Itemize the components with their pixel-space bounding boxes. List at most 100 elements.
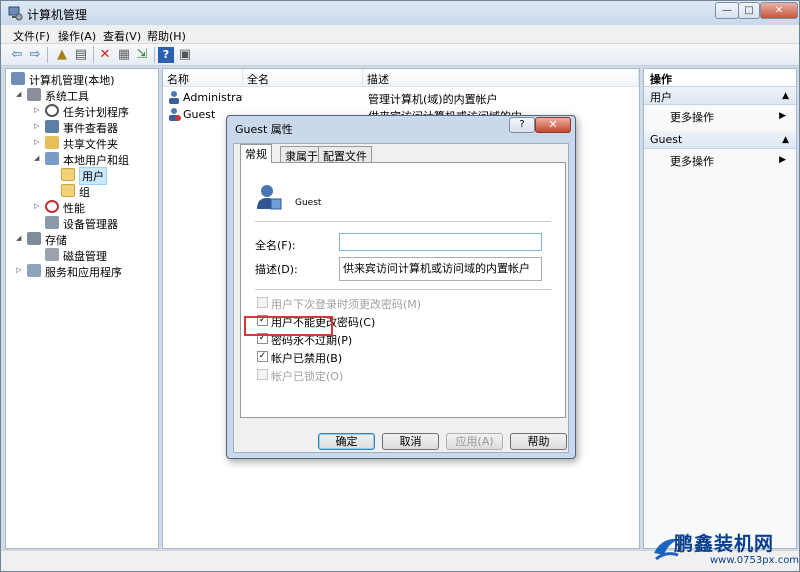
back-icon[interactable]: ⇦ — [9, 47, 25, 63]
services-icon — [27, 264, 41, 277]
column-header-name[interactable]: 名称 — [163, 69, 243, 87]
cell-name: Guest — [183, 108, 216, 121]
tree-label: 事件查看器 — [63, 122, 118, 135]
dialog-title: Guest 属性 — [235, 123, 293, 136]
tree-label: 共享文件夹 — [63, 138, 118, 151]
folder-icon — [61, 168, 75, 181]
user-avatar-icon — [257, 185, 282, 210]
cell-description: 管理计算机(域)的内置帐户 — [368, 93, 498, 106]
more-actions-guest[interactable]: 更多操作 — [670, 153, 714, 169]
collapse-triangle-icon[interactable]: ◢ — [16, 90, 24, 98]
checkbox-label: 用户下次登录时须更改密码(M) — [271, 298, 422, 311]
folder-icon — [61, 184, 75, 197]
collapse-triangle-icon[interactable]: ◢ — [16, 234, 24, 242]
submenu-arrow-icon: ▶ — [779, 111, 786, 121]
help-button[interactable]: 帮助 — [510, 433, 567, 450]
column-header-description[interactable]: 描述 — [363, 69, 639, 87]
checkbox-label: 帐户已禁用(B) — [271, 352, 343, 365]
help-icon[interactable]: ? — [158, 47, 174, 63]
guest-properties-dialog: Guest 属性 ? ✕ 常规 隶属于 配置文件 Guest 全名(F): 描述… — [226, 115, 576, 459]
column-header-fullname[interactable]: 全名 — [243, 69, 363, 87]
submenu-arrow-icon: ▶ — [779, 155, 786, 165]
actions-section-guest[interactable]: Guest ▲ — [644, 131, 796, 149]
collapse-icon[interactable]: ▲ — [782, 135, 789, 145]
tree-label: 任务计划程序 — [63, 106, 129, 119]
computer-management-window: 计算机管理 — □ ✕ 文件(F) 操作(A) 查看(V) 帮助(H) ⇦ ⇨ … — [0, 0, 800, 572]
expand-triangle-icon[interactable]: ▷ — [34, 138, 42, 146]
delete-icon[interactable]: ✕ — [97, 47, 113, 63]
username-label: Guest — [295, 198, 322, 208]
tree-label: 计算机管理(本地) — [29, 74, 115, 87]
ok-button[interactable]: 确定 — [318, 433, 375, 450]
expand-triangle-icon[interactable]: ▷ — [34, 122, 42, 130]
close-button[interactable]: ✕ — [760, 2, 798, 19]
event-viewer-icon — [45, 120, 59, 133]
list-row-administrator[interactable]: Administrat... 管理计算机(域)的内置帐户 — [163, 89, 639, 106]
minimize-button[interactable]: — — [715, 2, 739, 19]
device-manager-icon — [45, 216, 59, 229]
disk-icon — [45, 248, 59, 261]
users-icon — [45, 152, 59, 165]
up-folder-icon[interactable]: ▲ — [54, 47, 70, 63]
highlight-box — [244, 316, 333, 336]
dialog-close-button[interactable]: ✕ — [535, 117, 571, 133]
fullname-field[interactable] — [339, 233, 542, 251]
expand-triangle-icon[interactable]: ▷ — [34, 106, 42, 114]
toolbar-separator — [93, 47, 94, 63]
cancel-button[interactable]: 取消 — [382, 433, 439, 450]
divider — [255, 221, 551, 222]
title-bar[interactable]: 计算机管理 — □ ✕ — [1, 1, 799, 25]
user-icon — [169, 108, 181, 121]
menu-view[interactable]: 查看(V) — [103, 28, 141, 44]
clock-icon — [45, 104, 59, 117]
user-icon — [169, 91, 179, 104]
menu-bar: 文件(F) 操作(A) 查看(V) 帮助(H) — [1, 25, 799, 44]
menu-action[interactable]: 操作(A) — [58, 28, 96, 44]
tree-label: 组 — [79, 186, 90, 199]
expand-triangle-icon[interactable]: ▷ — [34, 202, 42, 210]
export-list-icon[interactable]: ⇲ — [134, 47, 150, 63]
properties-icon[interactable]: ▦ — [116, 47, 132, 63]
dialog-body: 常规 隶属于 配置文件 Guest 全名(F): 描述(D): 供来宾访问计算机… — [233, 143, 569, 453]
expand-triangle-icon[interactable]: ▷ — [16, 266, 24, 274]
tab-profile[interactable]: 配置文件 — [318, 146, 372, 163]
storage-icon — [27, 232, 41, 245]
actions-pane: 操作 用户 ▲ 更多操作 ▶ Guest ▲ 更多操作 ▶ — [643, 68, 797, 549]
apply-button[interactable]: 应用(A) — [446, 433, 503, 450]
window-title: 计算机管理 — [27, 8, 88, 22]
computer-management-icon — [8, 6, 23, 21]
general-tab-page: Guest 全名(F): 描述(D): 供来宾访问计算机或访问域的内置帐户 用户… — [240, 162, 566, 418]
tree-label: 性能 — [63, 202, 85, 215]
menu-help[interactable]: 帮助(H) — [147, 28, 186, 44]
collapse-icon[interactable]: ▲ — [782, 91, 789, 101]
tree-label-selected: 用户 — [79, 167, 107, 185]
console-tree: 计算机管理(本地) ◢ 系统工具 ▷ 任务计划程序 ▷ 事件查看器 ▷ 共享文件… — [5, 68, 159, 549]
actions-section-users[interactable]: 用户 ▲ — [644, 87, 796, 105]
toolbar-separator — [47, 47, 48, 63]
checkmark-icon[interactable]: ✓ — [257, 351, 268, 362]
checkbox-box[interactable] — [257, 297, 268, 308]
description-label: 描述(D): — [255, 263, 298, 276]
more-actions-users[interactable]: 更多操作 — [670, 109, 714, 125]
tab-member-of[interactable]: 隶属于 — [280, 146, 323, 163]
maximize-button[interactable]: □ — [738, 2, 760, 19]
description-field[interactable]: 供来宾访问计算机或访问域的内置帐户 — [339, 257, 542, 281]
section-title: Guest — [650, 133, 683, 146]
tab-general[interactable]: 常规 — [240, 144, 272, 163]
dialog-help-button[interactable]: ? — [509, 117, 535, 133]
checkbox-label: 帐户已锁定(O) — [271, 370, 344, 383]
watermark: 鹏鑫装机网 www.0753px.com — [652, 529, 799, 571]
section-title: 用户 — [650, 91, 672, 104]
forward-icon[interactable]: ⇨ — [27, 47, 43, 63]
tree-label: 磁盘管理 — [63, 250, 107, 263]
shared-folder-icon — [45, 136, 59, 149]
show-hide-tree-icon[interactable]: ▤ — [73, 47, 89, 63]
performance-icon — [45, 200, 59, 213]
checkbox-box[interactable] — [257, 369, 268, 380]
tools-icon — [27, 88, 41, 101]
collapse-triangle-icon[interactable]: ◢ — [34, 154, 42, 162]
view-icon[interactable]: ▣ — [177, 47, 193, 63]
cell-name: Administrat... — [183, 91, 243, 104]
menu-file[interactable]: 文件(F) — [13, 28, 50, 44]
tree-label: 存储 — [45, 234, 67, 247]
